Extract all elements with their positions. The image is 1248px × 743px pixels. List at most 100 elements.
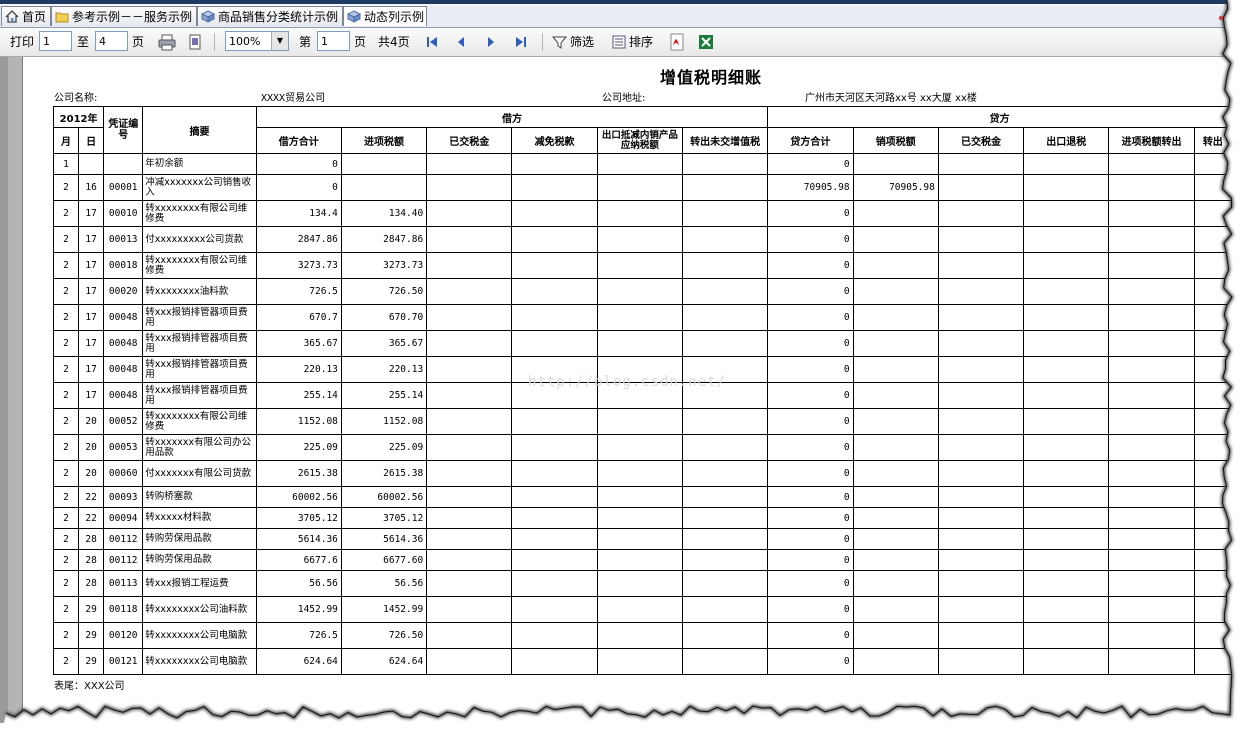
cell-empty (1108, 570, 1195, 597)
zoom-select[interactable]: 100% ▼ (225, 31, 289, 51)
cell-empty (596, 408, 683, 435)
cell-empty (937, 460, 1025, 487)
cell-m: 2 (52, 434, 80, 461)
cell-empty (426, 153, 513, 175)
cell-empty (681, 486, 769, 508)
cell-ct: 0 (767, 549, 854, 571)
cell-jx: 670.70 (340, 304, 428, 331)
page-setup-icon[interactable] (186, 33, 204, 51)
cell-jx: 220.13 (340, 356, 428, 383)
cell-xx (852, 570, 939, 597)
pdf-export-icon[interactable] (668, 33, 686, 51)
month-header: 月 (52, 127, 80, 154)
cell-m: 2 (52, 174, 80, 201)
cell-empty (937, 200, 1025, 227)
cell-empty (1023, 200, 1110, 227)
tab-dynamic-columns[interactable]: 动态列示例 (343, 6, 427, 26)
cell-empty (1108, 596, 1195, 623)
cell-empty (426, 570, 513, 597)
cell-m: 2 (52, 549, 80, 571)
first-page-icon[interactable] (423, 33, 441, 51)
cell-empty (937, 278, 1025, 305)
table-row: 2 28 00112 转购劳保用品款 6677.6 6677.60 0 (52, 549, 1233, 571)
sort-button[interactable]: 排序 (629, 28, 653, 56)
cell-empty (511, 434, 598, 461)
cell-s: 转xxxxxxxx有限公司维修费 (142, 200, 257, 227)
cell-empty (1108, 507, 1195, 529)
to-label: 至 (77, 35, 90, 49)
print-from-input[interactable]: 1 (39, 31, 72, 51)
cell-empty (426, 507, 513, 529)
last-page-icon[interactable] (512, 33, 530, 51)
cell-dt: 60002.56 (255, 486, 342, 508)
table-row: 2 22 00093 转购桥塞款 60002.56 60002.56 0 (52, 486, 1233, 508)
cell-jx: 5614.36 (340, 528, 428, 550)
cell-empty (1023, 408, 1110, 435)
cell-empty (1108, 486, 1195, 508)
cell-empty (681, 408, 769, 435)
cell-d: 29 (78, 622, 105, 649)
tab-label: 动态列示例 (364, 10, 425, 24)
cell-v: 00052 (103, 408, 144, 435)
cell-empty (1193, 278, 1233, 305)
cell-m: 2 (52, 408, 80, 435)
prev-page-icon[interactable] (452, 33, 470, 51)
debit-col-header: 进项税额 (340, 127, 428, 154)
cell-xx (852, 408, 939, 435)
cell-empty (681, 226, 769, 253)
tab-sales-stats[interactable]: 商品销售分类统计示例 (197, 6, 343, 26)
company-address: 广州市天河区天河路xx号 xx大厦 xx楼 (805, 93, 977, 104)
cell-s: 年初余额 (142, 153, 257, 175)
filter-button[interactable]: 筛选 (570, 28, 594, 56)
table-row: 2 16 00001 冲减xxxxxxx公司销售收入 0 70905.98 70905.98 (52, 174, 1233, 201)
cell-d: 28 (78, 528, 105, 550)
chevron-down-icon[interactable]: ▼ (271, 32, 288, 50)
cell-empty (1023, 528, 1110, 550)
sort-icon[interactable] (610, 33, 628, 51)
cell-v: 00112 (103, 528, 144, 550)
credit-col-header: 进项税额转出 (1108, 127, 1195, 154)
cell-ct: 0 (767, 382, 854, 409)
printer-icon[interactable] (158, 33, 176, 51)
cell-empty (1108, 528, 1195, 550)
cell-jx: 225.09 (340, 434, 428, 461)
cell-empty (596, 528, 683, 550)
cell-ct: 0 (767, 304, 854, 331)
next-page-icon[interactable] (482, 33, 500, 51)
cell-dt: 134.4 (255, 200, 342, 227)
cell-s: 转购劳保用品款 (142, 528, 257, 550)
filter-icon[interactable] (551, 33, 569, 51)
cell-xx (852, 596, 939, 623)
cell-empty (596, 278, 683, 305)
cell-empty (1193, 549, 1233, 571)
tab-service-example[interactable]: 参考示例－－服务示例 (51, 6, 197, 26)
cell-s: 转xxxxxxxx公司电脑款 (142, 648, 257, 675)
cell-empty (1193, 304, 1233, 331)
cell-empty (426, 528, 513, 550)
print-to-input[interactable]: 4 (95, 31, 128, 51)
report-toolbar: 打印 1 至 4 页 100% ▼ 第 1 页 共4页 筛选 排序 (0, 28, 1230, 57)
cell-m: 2 (52, 460, 80, 487)
cell-empty (1108, 648, 1195, 675)
current-page-input[interactable]: 1 (317, 31, 350, 51)
cell-v: 00001 (103, 174, 144, 201)
cell-empty (937, 304, 1025, 331)
cell-v: 00048 (103, 382, 144, 409)
cell-empty (511, 252, 598, 279)
cell-empty (937, 174, 1025, 201)
cell-jx: 3705.12 (340, 507, 428, 529)
cell-ct: 0 (767, 648, 854, 675)
excel-export-icon[interactable] (697, 33, 715, 51)
tab-home[interactable]: 首页 (1, 6, 51, 26)
cell-empty (1108, 304, 1195, 331)
cell-m: 2 (52, 528, 80, 550)
cell-xx (852, 356, 939, 383)
cell-empty (511, 528, 598, 550)
table-row: 2 28 00113 转xxx报销工程运费 56.56 56.56 0 (52, 570, 1233, 597)
cell-empty (1023, 549, 1110, 571)
cell-jx: 624.64 (340, 648, 428, 675)
cell-empty (1193, 528, 1233, 550)
cell-empty (511, 460, 598, 487)
page-label: 页 (132, 35, 145, 49)
cell-empty (511, 153, 598, 175)
